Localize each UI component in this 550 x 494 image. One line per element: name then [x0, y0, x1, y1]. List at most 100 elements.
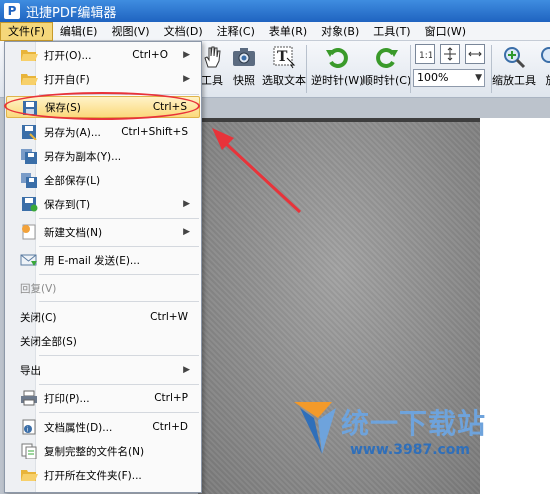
select-text-icon: T — [271, 44, 297, 70]
menu-item-label: 打印(P)... — [44, 392, 90, 405]
menu-item-label: 保存到(T) — [44, 198, 91, 211]
menu-item-email[interactable]: 用 E-mail 发送(E)... — [6, 249, 200, 271]
menu-item-label: 回复(V) — [20, 282, 57, 295]
menu-tools[interactable]: 工具(T) — [366, 22, 417, 41]
menu-object[interactable]: 对象(B) — [314, 22, 366, 41]
svg-text:T: T — [277, 49, 288, 65]
menu-item-properties[interactable]: i 文档属性(D)... Ctrl+D — [6, 416, 200, 438]
menu-item-new-document[interactable]: 新建文档(N) ▶ — [6, 221, 200, 243]
menu-item-print[interactable]: 打印(P)... Ctrl+P — [6, 387, 200, 409]
rotate-cw-button[interactable]: 顺时针(C) — [362, 44, 411, 88]
menu-item-label: 全部保存(L) — [44, 174, 101, 187]
magnify-label: 放 — [546, 72, 550, 88]
rotate-ccw-button[interactable]: 逆时针(W) — [311, 44, 363, 88]
menu-item-save-all[interactable]: 全部保存(L) — [6, 169, 200, 191]
menu-item-shortcut: Ctrl+O — [132, 49, 168, 61]
menu-item-save-copy[interactable]: 另存为副本(Y)... — [6, 145, 200, 167]
menu-item-open-from[interactable]: 打开自(F) ▶ — [6, 68, 200, 90]
menu-item-revert[interactable]: 回复(V) — [6, 277, 200, 299]
save-as-icon — [22, 125, 37, 140]
menu-item-save-as[interactable]: 另存为(A)... Ctrl+Shift+S — [6, 121, 200, 143]
annotation-circle — [4, 92, 200, 120]
fit-width-button[interactable] — [440, 44, 460, 66]
menu-view[interactable]: 视图(V) — [104, 22, 156, 41]
side-panel — [480, 118, 550, 494]
folder-open-icon — [21, 50, 38, 61]
menu-window[interactable]: 窗口(W) — [418, 22, 473, 41]
save-to-icon — [22, 197, 38, 212]
menu-item-shortcut: Ctrl+W — [150, 311, 188, 323]
menu-item-open-containing-folder[interactable]: 打开所在文件夹(F)... — [6, 464, 200, 486]
chevron-right-icon: ▶ — [183, 227, 190, 237]
actual-size-icon: 1:1 — [415, 44, 435, 64]
open-folder-icon — [21, 470, 38, 481]
menu-separator — [39, 301, 199, 302]
menu-separator — [39, 384, 199, 385]
menu-comment[interactable]: 注释(C) — [210, 22, 262, 41]
menu-edit[interactable]: 编辑(E) — [53, 22, 105, 41]
save-all-icon — [21, 173, 37, 188]
rotate-cw-label: 顺时针(C) — [362, 74, 412, 87]
svg-text:1:1: 1:1 — [419, 51, 432, 61]
annotation-arrow — [212, 128, 302, 214]
menu-separator — [39, 274, 199, 275]
menu-item-label: 打开所在文件夹(F)... — [44, 469, 142, 482]
chevron-right-icon: ▶ — [183, 365, 190, 375]
watermark-logo-icon — [294, 402, 336, 454]
menu-bar: 文件(F) 编辑(E) 视图(V) 文档(D) 注释(C) 表单(R) 对象(B… — [0, 21, 550, 41]
zoom-tool-label: 缩放工具 — [492, 74, 536, 87]
window-title: 迅捷PDF编辑器 — [26, 5, 117, 21]
menu-item-label: 打开自(F) — [44, 73, 90, 86]
menu-item-close[interactable]: 关闭(C) Ctrl+W — [6, 306, 200, 328]
fit-visible-button[interactable] — [465, 44, 485, 66]
document-properties-icon: i — [22, 419, 36, 435]
menu-item-shortcut: Ctrl+P — [154, 392, 188, 404]
hand-tool-label: 工具 — [201, 74, 223, 87]
select-text-button[interactable]: T 选取文本 — [262, 44, 306, 88]
title-bar: P 迅捷PDF编辑器 — [0, 0, 550, 22]
magnify-button[interactable]: 放 — [538, 44, 550, 88]
menu-item-export[interactable]: 导出 ▶ — [6, 359, 200, 381]
watermark-url: www.3987.com — [350, 442, 471, 458]
menu-item-label: 复制完整的文件名(N) — [44, 445, 145, 458]
fit-page-button[interactable]: 1:1 — [415, 44, 435, 66]
email-icon — [20, 254, 37, 266]
menu-item-save-to[interactable]: 保存到(T) ▶ — [6, 193, 200, 215]
chevron-right-icon: ▶ — [183, 74, 190, 84]
zoom-in-icon — [501, 44, 527, 70]
menu-item-shortcut: Ctrl+Shift+S — [121, 126, 188, 138]
hand-tool-button[interactable]: 工具 — [199, 44, 225, 88]
menu-item-copy-filename[interactable]: 复制完整的文件名(N) — [6, 440, 200, 462]
menu-item-label: 打开(O)... — [44, 49, 92, 62]
printer-icon — [21, 390, 37, 406]
app-logo-icon: P — [4, 3, 20, 19]
rotate-ccw-label: 逆时针(W) — [311, 74, 364, 87]
snapshot-button[interactable]: 快照 — [231, 44, 257, 88]
toolbar-separator — [410, 45, 411, 93]
menu-item-label: 用 E-mail 发送(E)... — [44, 254, 140, 267]
menu-item-close-all[interactable]: 关闭全部(S) — [6, 330, 200, 352]
zoom-tool-button[interactable]: 缩放工具 — [492, 44, 536, 88]
menu-item-shortcut: Ctrl+D — [152, 421, 188, 433]
menu-item-label: 另存为(A)... — [44, 126, 101, 139]
new-document-icon — [22, 224, 36, 240]
save-copy-icon — [21, 149, 37, 164]
menu-item-label: 导出 — [20, 364, 41, 377]
menu-file[interactable]: 文件(F) — [0, 21, 53, 41]
snapshot-label: 快照 — [233, 74, 255, 87]
menu-separator — [39, 246, 199, 247]
zoom-value: 100% — [417, 71, 449, 84]
chevron-right-icon: ▶ — [183, 199, 190, 209]
menu-item-label: 关闭(C) — [20, 311, 57, 324]
magnifier-icon — [538, 44, 550, 70]
toolbar-separator — [306, 45, 307, 93]
hand-icon — [199, 44, 225, 70]
menu-separator — [39, 355, 199, 356]
menu-separator — [39, 218, 199, 219]
chevron-down-icon: ▼ — [475, 73, 482, 83]
menu-form[interactable]: 表单(R) — [262, 22, 314, 41]
zoom-select[interactable]: 100% ▼ — [413, 69, 485, 87]
menu-item-label: 文档属性(D)... — [44, 421, 113, 434]
menu-item-open[interactable]: 打开(O)... Ctrl+O ▶ — [6, 44, 200, 66]
menu-document[interactable]: 文档(D) — [157, 22, 210, 41]
